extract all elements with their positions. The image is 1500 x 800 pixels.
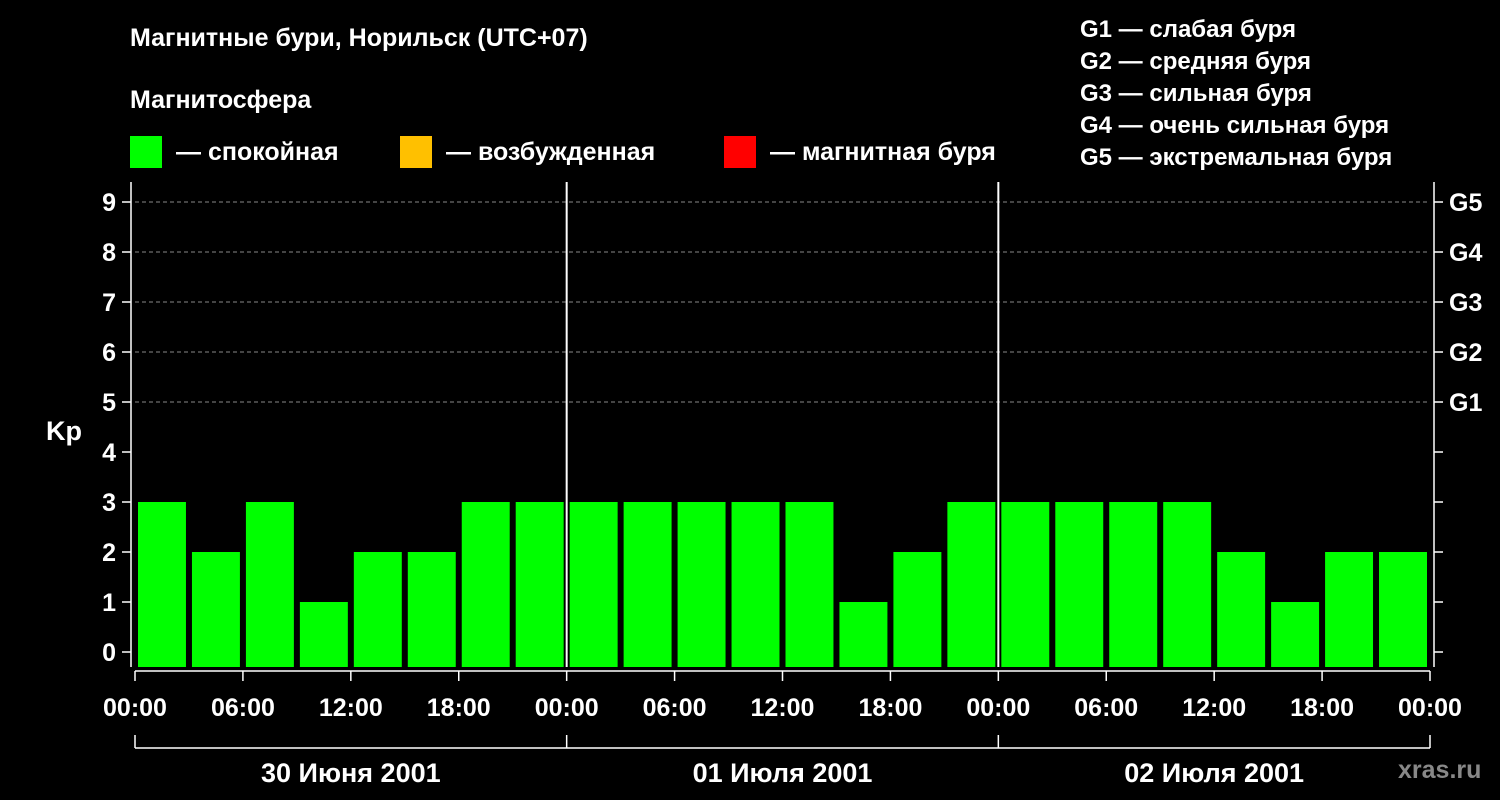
- y-tick-label-3: 3: [102, 489, 116, 517]
- y-tick-label-1: 1: [102, 589, 116, 617]
- y-tick-label-7: 7: [102, 289, 116, 317]
- x-tick-label-0: 00:00: [103, 694, 167, 722]
- y-tick-label-8: 8: [102, 239, 116, 267]
- kp-bar-5: [407, 552, 456, 667]
- kp-bar-22: [1325, 552, 1374, 667]
- y-tick-label-6: 6: [102, 339, 116, 367]
- kp-bar-6: [461, 502, 510, 667]
- right-axis-label-g4: G4: [1449, 239, 1482, 267]
- kp-bar-12: [785, 502, 834, 667]
- kp-bar-13: [839, 602, 888, 667]
- y-tick-label-5: 5: [102, 389, 116, 417]
- right-axis-label-g1: G1: [1449, 389, 1482, 417]
- kp-bar-21: [1271, 602, 1320, 667]
- kp-bar-17: [1055, 502, 1104, 667]
- day-label-1: 01 Июля 2001: [693, 758, 873, 788]
- right-axis-label-g2: G2: [1449, 339, 1482, 367]
- kp-bar-20: [1217, 552, 1266, 667]
- right-axis-label-g5: G5: [1449, 189, 1482, 217]
- y-tick-label-0: 0: [102, 639, 116, 667]
- kp-bar-16: [1001, 502, 1050, 667]
- kp-bar-11: [731, 502, 780, 667]
- x-tick-label-9: 06:00: [1074, 694, 1138, 722]
- x-tick-label-12: 00:00: [1398, 694, 1462, 722]
- y-tick-label-4: 4: [102, 439, 116, 467]
- x-tick-label-2: 12:00: [319, 694, 383, 722]
- y-tick-label-9: 9: [102, 189, 116, 217]
- kp-bar-9: [623, 502, 672, 667]
- kp-bar-3: [299, 602, 348, 667]
- kp-bar-0: [138, 502, 186, 667]
- x-tick-label-4: 00:00: [535, 694, 599, 722]
- kp-bar-2: [245, 502, 294, 667]
- x-tick-label-8: 00:00: [966, 694, 1030, 722]
- kp-bar-23: [1379, 552, 1427, 667]
- x-tick-label-10: 12:00: [1182, 694, 1246, 722]
- kp-bar-10: [677, 502, 726, 667]
- kp-bar-19: [1163, 502, 1212, 667]
- right-axis-label-g3: G3: [1449, 289, 1482, 317]
- y-axis-label: Kp: [46, 416, 82, 446]
- kp-bar-14: [893, 552, 942, 667]
- x-tick-label-7: 18:00: [858, 694, 922, 722]
- x-tick-label-5: 06:00: [643, 694, 707, 722]
- y-tick-label-2: 2: [102, 539, 116, 567]
- day-label-0: 30 Июня 2001: [261, 758, 441, 788]
- x-tick-label-11: 18:00: [1290, 694, 1354, 722]
- x-tick-label-3: 18:00: [427, 694, 491, 722]
- kp-bar-7: [515, 502, 564, 667]
- day-label-2: 02 Июля 2001: [1124, 758, 1304, 788]
- watermark: xras.ru: [1398, 756, 1482, 784]
- kp-bar-15: [947, 502, 996, 667]
- x-tick-label-6: 12:00: [751, 694, 815, 722]
- kp-bar-8: [569, 502, 618, 667]
- x-tick-label-1: 06:00: [211, 694, 275, 722]
- kp-chart: 0 1 2 3 4 5 6 7 8 9 G1 G2 G3 G4 G5 Kp 00:00 06:00 12:00 18:…: [46, 182, 1482, 788]
- kp-bar-1: [191, 552, 240, 667]
- kp-bar-18: [1109, 502, 1158, 667]
- kp-bar-4: [353, 552, 402, 667]
